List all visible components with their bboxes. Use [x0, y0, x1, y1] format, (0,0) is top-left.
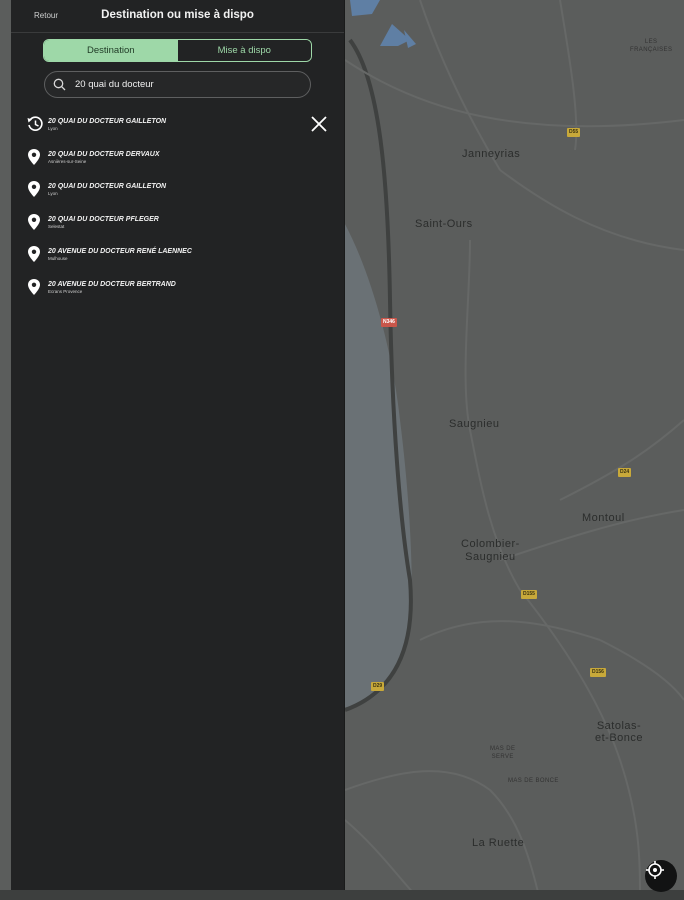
map-place-label: Satolas- et-Bonce — [595, 720, 644, 744]
map-place-label: Saint-Ours — [415, 218, 473, 230]
result-subtitle: Asnières-sur-Seine — [48, 158, 87, 164]
map-pin-icon — [26, 245, 42, 263]
result-subtitle: Mulhouse — [48, 256, 68, 261]
road-badge: D29 — [371, 682, 385, 691]
map-pin-icon — [26, 278, 42, 296]
list-item[interactable]: 20 QUAI DU DOCTEUR DERVAUX Asnières-sur-… — [11, 146, 344, 179]
result-subtitle: Selestat — [48, 223, 65, 229]
search-input[interactable] — [75, 79, 295, 90]
list-item[interactable]: 20 QUAI DU DOCTEUR GAILLETON Lyon — [11, 113, 344, 146]
map-place-label: Saugnieu — [449, 418, 500, 430]
tab-destination[interactable]: Destination — [44, 40, 178, 61]
map-place-label: Colombier- Saugnieu — [461, 538, 520, 563]
result-title: 20 QUAI DU DOCTEUR GAILLETON — [48, 118, 167, 125]
locate-me-button[interactable] — [645, 860, 677, 892]
road-badge: D156 — [590, 668, 606, 677]
tab-mise-a-dispo[interactable]: Mise à dispo — [177, 40, 311, 61]
road-badge: D24 — [618, 468, 632, 477]
map-place-label: Montoul — [582, 512, 625, 524]
crosshair-icon — [646, 861, 664, 879]
road-badge: D55 — [567, 128, 581, 137]
result-title: 20 QUAI DU DOCTEUR PFLEGER — [48, 215, 159, 223]
page-title: Destination ou mise à dispo — [101, 9, 254, 21]
list-item[interactable]: 20 AVENUE DU DOCTEUR RENÉ LAENNEC Mulhou… — [11, 243, 344, 276]
result-subtitle: Ecrans Provence — [48, 288, 83, 294]
mode-segmented-control: Destination Mise à dispo — [43, 39, 312, 62]
search-results-list: 20 QUAI DU DOCTEUR GAILLETON Lyon 20 QUA… — [11, 113, 344, 308]
map-place-label: MAS DE BONCE — [508, 778, 559, 784]
map-place-label: MAS DE SERVE — [490, 746, 516, 760]
result-subtitle: Lyon — [48, 126, 58, 131]
road-badge: N346 — [381, 318, 397, 327]
map-place-label: La Ruette — [472, 837, 525, 849]
result-subtitle: Lyon — [48, 191, 58, 196]
list-item[interactable]: 20 AVENUE DU DOCTEUR BERTRAND Ecrans Pro… — [11, 276, 344, 309]
result-title: 20 AVENUE DU DOCTEUR RENÉ LAENNEC — [48, 248, 192, 255]
search-field[interactable] — [44, 71, 311, 98]
map-pin-icon — [26, 213, 42, 231]
panel-divider — [344, 0, 345, 890]
history-icon — [26, 115, 43, 133]
map-place-label: Janneyrias — [462, 148, 521, 160]
map-place-label: LES FRANÇAISES — [630, 39, 673, 53]
result-title: 20 AVENUE DU DOCTEUR BERTRAND — [48, 280, 176, 288]
clear-search-button[interactable] — [308, 113, 330, 135]
map-pin-icon — [26, 148, 42, 166]
list-item[interactable]: 20 QUAI DU DOCTEUR GAILLETON Lyon — [11, 178, 344, 211]
panel-header: Retour Destination ou mise à dispo — [11, 0, 344, 33]
map-pin-icon — [26, 180, 42, 198]
search-icon — [53, 78, 67, 92]
result-title: 20 QUAI DU DOCTEUR DERVAUX — [48, 150, 160, 158]
destination-panel: Retour Destination ou mise à dispo Desti… — [11, 0, 344, 890]
close-icon — [311, 116, 327, 132]
list-item[interactable]: 20 QUAI DU DOCTEUR PFLEGER Selestat — [11, 211, 344, 244]
road-badge: D155 — [521, 590, 537, 599]
result-title: 20 QUAI DU DOCTEUR GAILLETON — [48, 183, 167, 190]
